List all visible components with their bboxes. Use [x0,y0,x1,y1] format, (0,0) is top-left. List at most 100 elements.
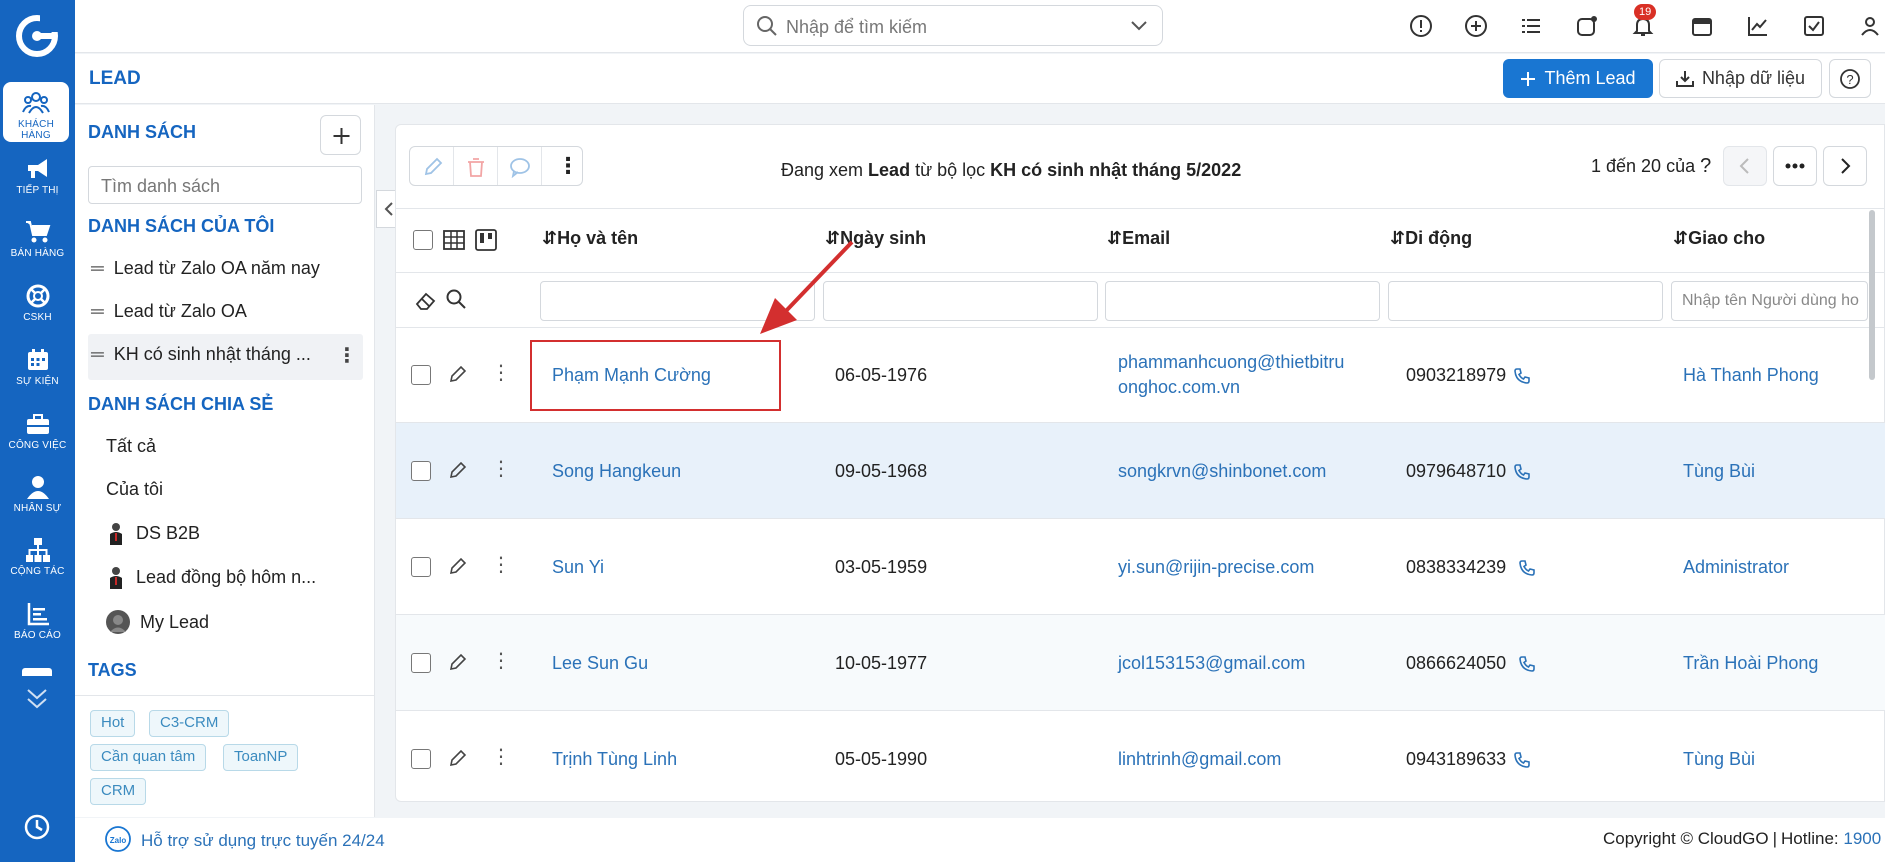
nav-sales[interactable]: BÁN HÀNG [0,218,75,259]
table-row[interactable]: ⋮ Trịnh Tùng Linh 05-05-1990 linhtrinh@g… [396,711,1885,801]
sort-icon[interactable]: ⇵ [1673,228,1688,248]
filter-assignee-input[interactable]: Nhập tên Người dùng ho [1671,281,1868,321]
checkbox-task-icon[interactable] [1802,14,1826,38]
help-button[interactable]: ? [1829,59,1871,98]
hotline-link[interactable]: 1900 29 29 90 [1843,829,1885,848]
table-row[interactable]: ⋮ Lee Sun Gu 10-05-1977 jcol153153@gmail… [396,615,1885,711]
assignee-link[interactable]: Hà Thanh Phong [1683,365,1819,386]
phone-call-icon[interactable] [1518,655,1536,673]
row-checkbox[interactable] [411,461,431,481]
next-page-button[interactable] [1823,146,1867,186]
lead-name-link[interactable]: Trịnh Tùng Linh [552,749,677,770]
list-item[interactable]: ═ Lead từ Zalo OA [91,301,247,322]
lead-name-link[interactable]: Lee Sun Gu [552,653,648,674]
sort-icon[interactable]: ⇵ [1390,228,1405,248]
shared-list-item[interactable]: My Lead [106,610,209,634]
row-menu-icon[interactable]: ⋮ [491,552,511,577]
row-checkbox[interactable] [411,557,431,577]
column-header-name[interactable]: ⇵Họ và tên [542,228,638,249]
list-search-input[interactable]: Tìm danh sách [88,166,362,204]
tag-chip[interactable]: Cần quan tâm [90,744,207,771]
shared-list-item[interactable]: DS B2B [106,521,200,545]
tag-chip[interactable]: C3-CRM [149,710,230,737]
cloudgo-logo[interactable] [16,15,58,57]
more-pagination-button[interactable] [1773,146,1817,186]
email-link[interactable]: jcol153153@gmail.com [1118,653,1305,674]
phone-call-icon[interactable] [1518,559,1536,577]
edit-icon[interactable] [448,748,468,768]
drag-handle-icon[interactable]: ═ [91,344,104,365]
table-view-icon[interactable] [443,229,465,251]
lead-name-link[interactable]: Song Hangkeun [552,461,681,482]
add-circle-icon[interactable] [1464,14,1488,38]
eraser-icon[interactable] [414,288,438,312]
chat-icon[interactable] [1575,14,1599,38]
tag-chip[interactable]: CRM [90,778,147,805]
edit-icon[interactable] [448,460,468,480]
assignee-link[interactable]: Tùng Bùi [1683,749,1755,770]
filter-mobile-input[interactable] [1388,281,1663,321]
column-header-assignee[interactable]: ⇵Giao cho [1673,228,1765,249]
expand-down-icon[interactable] [22,686,52,712]
comment-icon[interactable] [509,156,531,178]
nav-hr[interactable]: NHÂN SỰ [0,473,75,514]
row-checkbox[interactable] [411,749,431,769]
assignee-link[interactable]: Tùng Bùi [1683,461,1755,482]
email-link[interactable]: yi.sun@rijin-precise.com [1118,557,1314,578]
nav-customer-care[interactable]: CSKH [0,282,75,323]
nav-reports[interactable]: BÁO CÁO [0,600,75,641]
list-item-menu-icon[interactable]: ⋮ [337,343,357,368]
assignee-link[interactable]: Administrator [1683,557,1789,578]
edit-icon[interactable] [448,556,468,576]
list-item-active[interactable]: ═ KH có sinh nhật tháng ... [91,344,311,365]
assignee-link[interactable]: Trần Hoài Phong [1683,653,1818,674]
history-icon[interactable] [22,812,52,842]
email-link-continued[interactable]: onghoc.com.vn [1118,377,1240,398]
delete-icon[interactable] [465,156,487,178]
more-actions-icon[interactable]: ⋮ [557,153,579,179]
drag-handle-icon[interactable]: ═ [91,301,104,322]
list-item[interactable]: ═ Lead từ Zalo OA năm nay [91,258,320,279]
prev-page-button[interactable] [1723,146,1767,186]
user-account-icon[interactable] [1858,14,1882,38]
email-link[interactable]: phammanhcuong@thietbitru [1118,352,1344,373]
phone-call-icon[interactable] [1513,751,1531,769]
table-row[interactable]: ⋮ Song Hangkeun 09-05-1968 songkrvn@shin… [396,423,1885,519]
edit-icon[interactable] [448,652,468,672]
email-link[interactable]: linhtrinh@gmail.com [1118,749,1281,770]
phone-call-icon[interactable] [1513,463,1531,481]
email-link[interactable]: songkrvn@shinbonet.com [1118,461,1326,482]
kanban-view-icon[interactable] [475,229,497,251]
edit-icon[interactable] [448,364,468,384]
edit-icon[interactable] [422,156,444,178]
shared-list-item[interactable]: Lead đồng bộ hôm n... [106,565,316,589]
filter-email-input[interactable] [1105,281,1380,321]
row-checkbox[interactable] [411,653,431,673]
vertical-scrollbar[interactable] [1869,210,1875,380]
calendar-top-icon[interactable] [1690,14,1714,38]
list-icon[interactable] [1519,14,1543,38]
lead-name-link[interactable]: Sun Yi [552,557,604,578]
row-menu-icon[interactable]: ⋮ [491,648,511,673]
tag-chip[interactable]: ToanNP [223,744,299,771]
sort-icon[interactable]: ⇵ [1107,228,1122,248]
nav-customers[interactable]: KHÁCH HÀNG [3,82,69,142]
nav-tasks[interactable]: CÔNG VIỆC [0,410,75,451]
row-menu-icon[interactable]: ⋮ [491,360,511,385]
shared-list-item[interactable]: Tất cả [106,436,156,457]
nav-events[interactable]: SỰ KIỆN [0,346,75,387]
table-row[interactable]: ⋮ Sun Yi 03-05-1959 yi.sun@rijin-precise… [396,519,1885,615]
nav-marketing[interactable]: TIẾP THỊ [0,155,75,196]
add-lead-button[interactable]: Thêm Lead [1503,59,1653,98]
import-data-button[interactable]: Nhập dữ liệu [1659,59,1822,98]
row-menu-icon[interactable]: ⋮ [491,456,511,481]
chart-line-icon[interactable] [1746,14,1770,38]
row-checkbox[interactable] [411,365,431,385]
drag-handle-icon[interactable]: ═ [91,258,104,279]
column-header-mobile[interactable]: ⇵Di động [1390,228,1472,249]
support-link[interactable]: Hỗ trợ sử dụng trực tuyến 24/24 [141,831,385,851]
shared-list-item[interactable]: Của tôi [106,479,163,500]
filter-birthday-input[interactable] [823,281,1098,321]
pagination-total-unknown[interactable]: ? [1700,155,1711,177]
tag-chip[interactable]: Hot [90,710,136,737]
